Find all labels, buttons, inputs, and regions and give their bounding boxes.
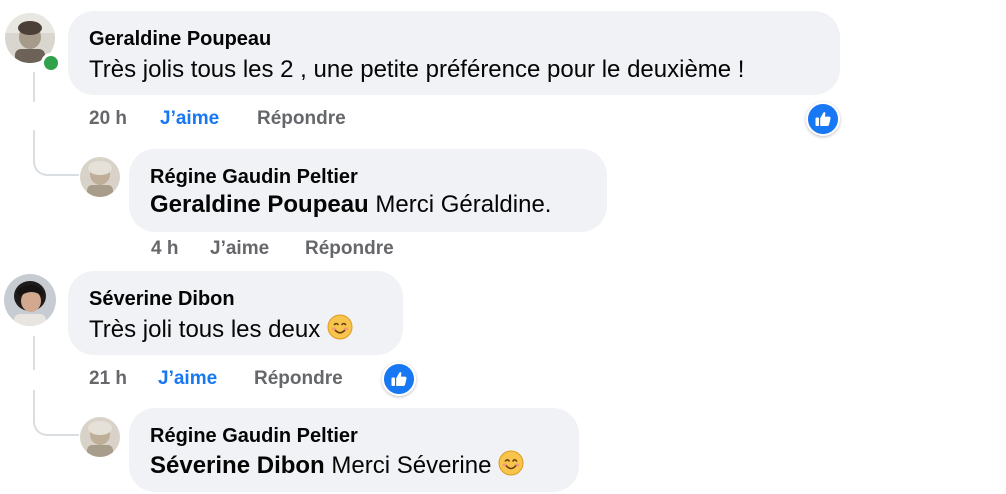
comment-timestamp[interactable]: 20 h: [89, 108, 127, 130]
comment-text: Très jolis tous les 2 , une petite préfé…: [89, 56, 745, 83]
comment-bubble[interactable]: Régine Gaudin Peltier Séverine Dibon Mer…: [129, 408, 579, 492]
avatar[interactable]: [80, 417, 120, 457]
avatar[interactable]: [4, 274, 56, 326]
comment-bubble[interactable]: Séverine Dibon Très joli tous les deux: [68, 271, 403, 355]
avatar[interactable]: [80, 157, 120, 197]
comment-author[interactable]: Séverine Dibon: [89, 288, 235, 311]
smiling-face-icon: [327, 314, 353, 340]
comment-author[interactable]: Régine Gaudin Peltier: [150, 425, 358, 448]
comment-author[interactable]: Geraldine Poupeau: [89, 28, 271, 51]
like-button[interactable]: J’aime: [210, 238, 269, 260]
reply-text: Merci Séverine: [331, 452, 492, 479]
thread-line: [33, 72, 35, 102]
comment-bubble[interactable]: Geraldine Poupeau Très jolis tous les 2 …: [68, 11, 840, 95]
profile-photo-icon: [80, 157, 120, 197]
thread-connector: [33, 390, 79, 436]
reply-button[interactable]: Répondre: [257, 108, 346, 130]
comment-text: Geraldine Poupeau Merci Géraldine.: [150, 191, 551, 219]
like-button[interactable]: J’aime: [158, 368, 217, 390]
thread-line: [33, 336, 35, 370]
comment-text-content: Très joli tous les deux: [89, 316, 321, 343]
reply-text: Merci Géraldine.: [375, 191, 552, 218]
like-reaction-icon[interactable]: [806, 102, 840, 136]
comment-bubble[interactable]: Régine Gaudin Peltier Geraldine Poupeau …: [129, 149, 607, 232]
online-status-dot: [41, 53, 61, 73]
comment-author[interactable]: Régine Gaudin Peltier: [150, 166, 358, 189]
reply-button[interactable]: Répondre: [254, 368, 343, 390]
like-button[interactable]: J’aime: [160, 108, 219, 130]
like-reaction-icon[interactable]: [382, 362, 416, 396]
profile-photo-icon: [4, 274, 56, 326]
smiling-face-icon: [498, 450, 524, 476]
comment-text: Séverine Dibon Merci Séverine: [150, 450, 524, 480]
comment-timestamp[interactable]: 4 h: [151, 238, 178, 260]
mention-link[interactable]: Geraldine Poupeau: [150, 191, 369, 218]
mention-link[interactable]: Séverine Dibon: [150, 452, 325, 479]
comment-text: Très joli tous les deux: [89, 314, 353, 344]
thread-connector: [33, 130, 79, 176]
comment-timestamp[interactable]: 21 h: [89, 368, 127, 390]
reply-button[interactable]: Répondre: [305, 238, 394, 260]
profile-photo-icon: [80, 417, 120, 457]
